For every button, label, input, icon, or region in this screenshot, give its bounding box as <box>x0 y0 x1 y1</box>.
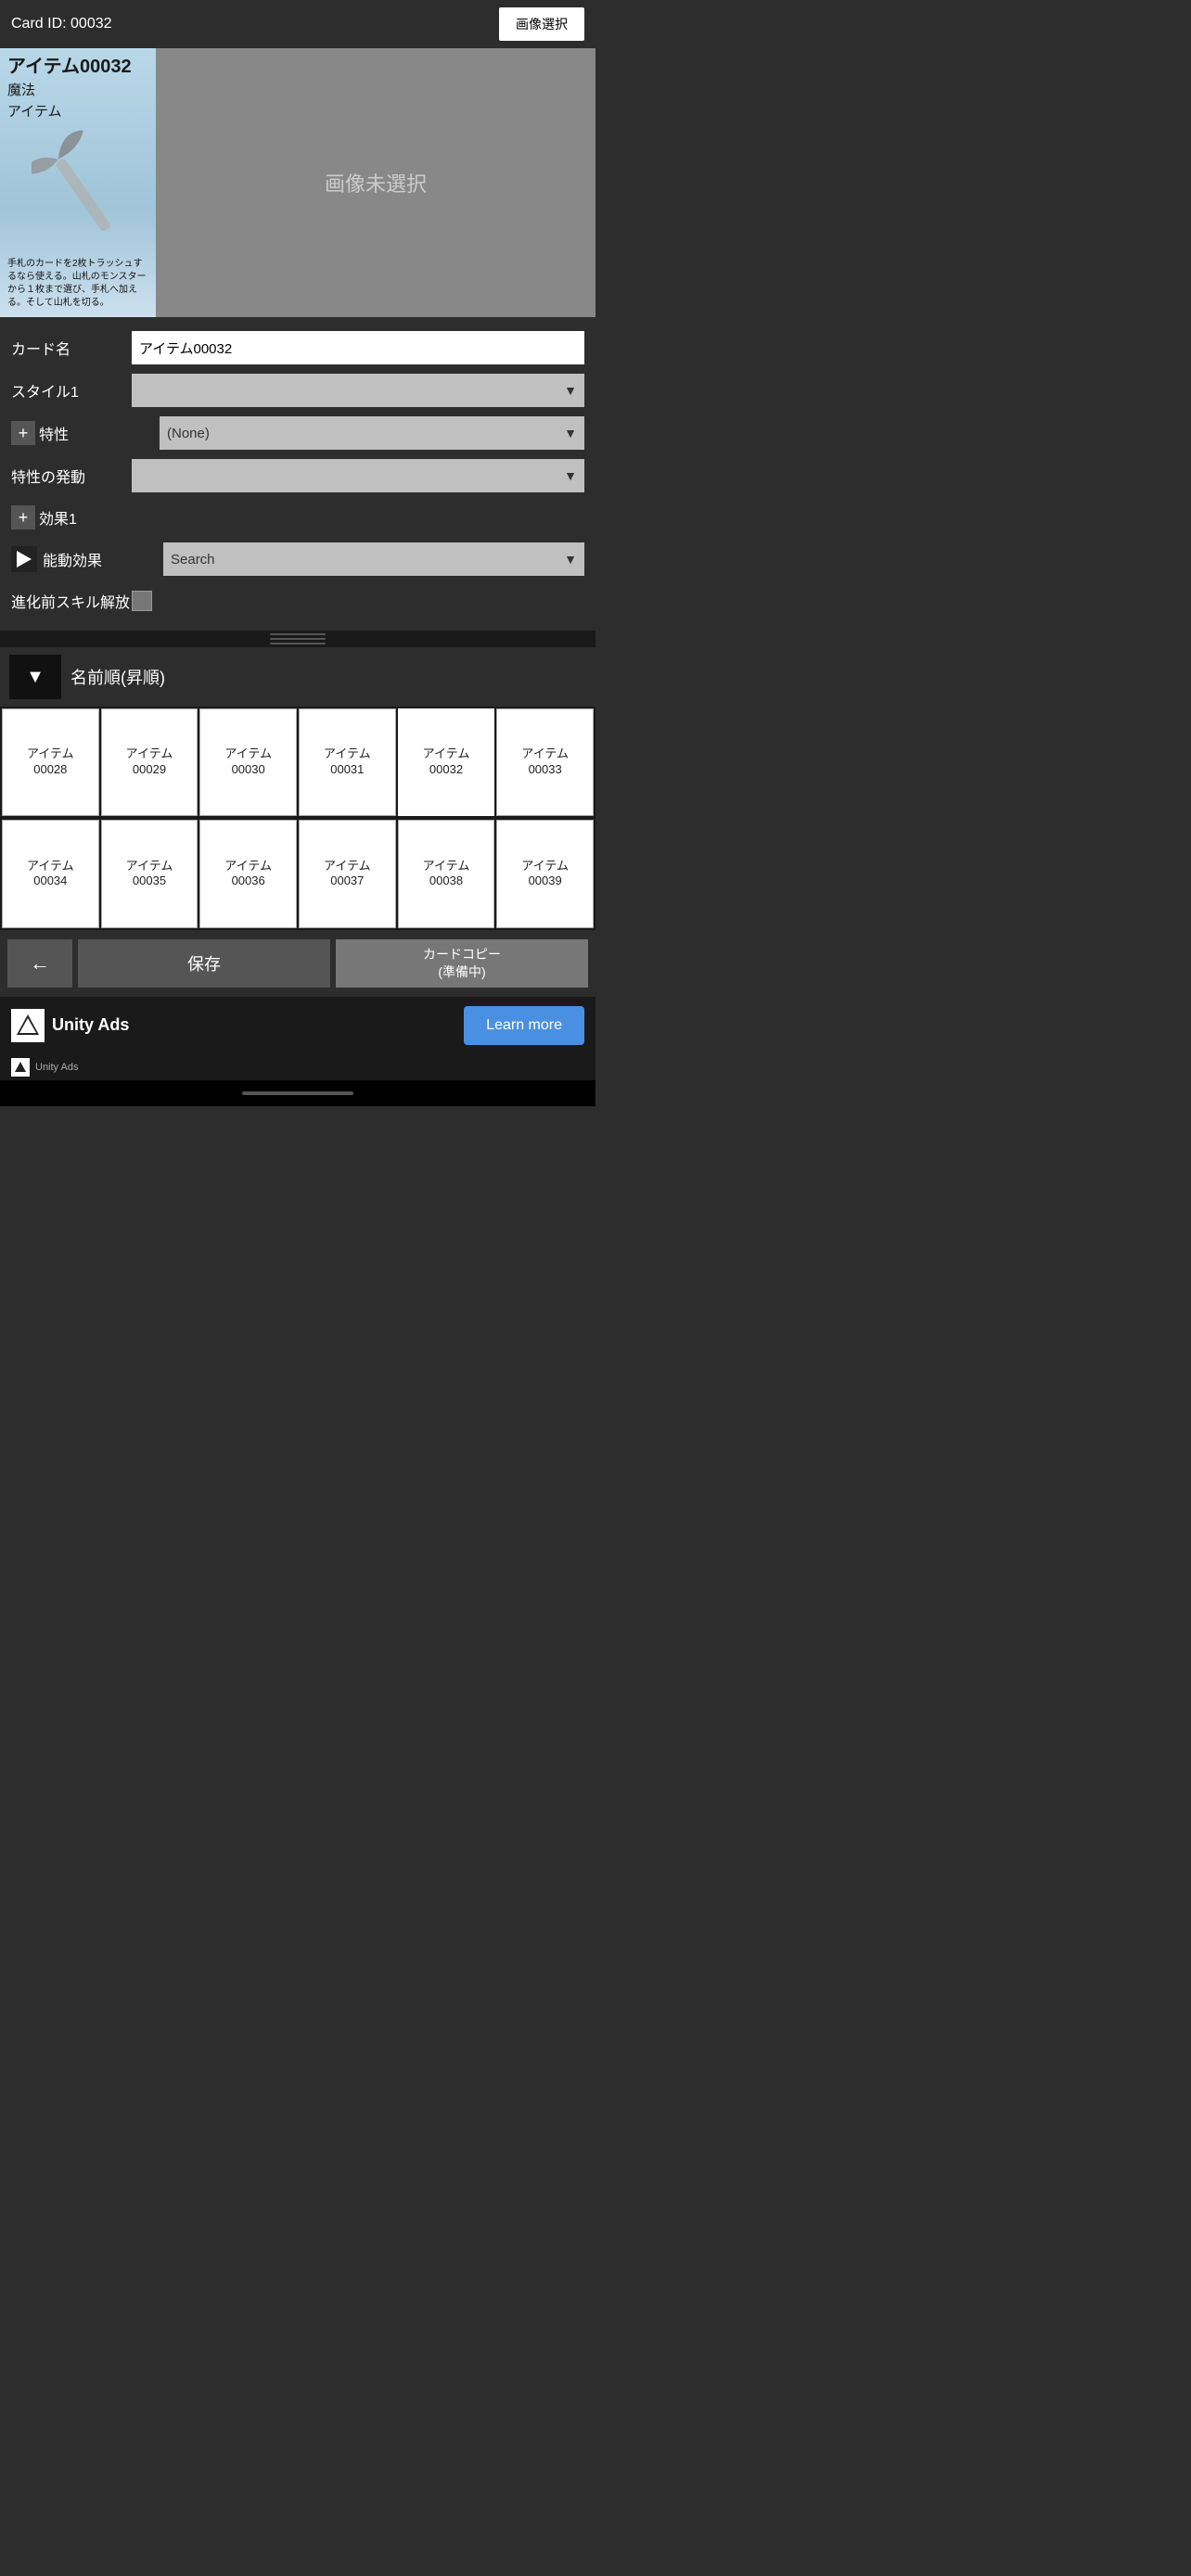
card-name-row: カード名 <box>0 326 596 369</box>
card-type-line2: アイテム <box>7 101 148 121</box>
sort-label: 名前順(昇順) <box>70 665 165 689</box>
back-button[interactable]: ← <box>7 939 72 988</box>
active-effect-select[interactable]: Search <box>163 542 584 576</box>
card-grid-row1: アイテム00028 アイテム00029 アイテム00030 アイテム00031 … <box>0 707 596 818</box>
active-effect-label: 能動効果 <box>43 548 163 570</box>
pickaxe-icon <box>32 127 124 248</box>
active-effect-select-wrapper: Search ▼ <box>163 542 584 576</box>
grid-card-00038[interactable]: アイテム00038 <box>398 820 495 927</box>
grid-card-00037[interactable]: アイテム00037 <box>299 820 396 927</box>
learn-more-button[interactable]: Learn more <box>464 1006 584 1045</box>
card-grid-row2: アイテム00034 アイテム00035 アイテム00036 アイテム00037 … <box>0 818 596 929</box>
unity-big-logo-icon <box>11 1009 45 1042</box>
unity-ads-brand-text: Unity Ads <box>52 1015 456 1035</box>
unity-small-text: Unity Ads <box>35 1062 78 1073</box>
no-image-text: 画像未選択 <box>325 168 427 198</box>
sort-bar: ▼ 名前順(昇順) <box>0 647 596 707</box>
card-name-input[interactable] <box>132 331 584 364</box>
card-preview-right: 画像未選択 <box>156 48 596 317</box>
grid-card-00029[interactable]: アイテム00029 <box>101 708 198 816</box>
card-description: 手札のカードを2枚トラッシュするなら使える。山札のモンスターから１枚まで選び、手… <box>7 258 148 310</box>
play-button-wrap[interactable] <box>11 546 37 572</box>
drag-line-3 <box>270 643 326 644</box>
home-indicator <box>0 1080 596 1106</box>
card-name-label: カード名 <box>11 337 132 359</box>
form-section: カード名 スタイル1 ▼ + 特性 (None) ▼ 特性の発動 ▼ <box>0 317 596 631</box>
trait-row: + 特性 (None) ▼ <box>0 412 596 454</box>
skill-release-label: 進化前スキル解放 <box>11 590 132 612</box>
active-effect-row: 能動効果 Search ▼ <box>0 538 596 580</box>
style1-select-wrapper: ▼ <box>132 374 584 407</box>
drag-divider[interactable] <box>0 631 596 647</box>
trait-label: 特性 <box>39 422 160 444</box>
grid-card-00039[interactable]: アイテム00039 <box>496 820 594 927</box>
skill-release-row: 進化前スキル解放 <box>0 580 596 621</box>
style1-label: スタイル1 <box>11 379 132 402</box>
trait-trigger-select-wrapper: ▼ <box>132 459 584 492</box>
save-button[interactable]: 保存 <box>78 939 330 988</box>
unity-logo-svg <box>15 1013 41 1039</box>
trait-trigger-row: 特性の発動 ▼ <box>0 454 596 497</box>
drag-line-2 <box>270 638 326 640</box>
style1-select[interactable] <box>132 374 584 407</box>
ad-banner: Unity Ads Learn more <box>0 997 596 1054</box>
grid-card-00035[interactable]: アイテム00035 <box>101 820 198 927</box>
trait-select-wrapper: (None) ▼ <box>160 416 584 450</box>
home-bar <box>242 1091 353 1095</box>
drag-line-1 <box>270 633 326 635</box>
card-preview-left: アイテム00032 魔法 アイテム 手札のカードを2枚トラッシュするなら使える。… <box>0 48 156 317</box>
play-triangle-icon <box>17 551 32 567</box>
trait-select[interactable]: (None) <box>160 416 584 450</box>
trait-trigger-label: 特性の発動 <box>11 465 132 487</box>
effect1-row: + 効果1 <box>0 497 596 538</box>
card-preview-area: アイテム00032 魔法 アイテム 手札のカードを2枚トラッシュするなら使える。… <box>0 48 596 317</box>
grid-card-00031[interactable]: アイテム00031 <box>299 708 396 816</box>
grid-card-00028[interactable]: アイテム00028 <box>2 708 99 816</box>
copy-button[interactable]: カードコピー(準備中) <box>336 939 588 988</box>
card-preview-title: アイテム00032 <box>7 56 148 78</box>
grid-card-00030[interactable]: アイテム00030 <box>199 708 297 816</box>
grid-card-00036[interactable]: アイテム00036 <box>199 820 297 927</box>
effect1-plus-button[interactable]: + <box>11 505 35 529</box>
card-type-line1: 魔法 <box>7 80 148 99</box>
style1-row: スタイル1 ▼ <box>0 369 596 412</box>
sort-dropdown-button[interactable]: ▼ <box>9 655 61 699</box>
bottom-panel: ▼ 名前順(昇順) アイテム00028 アイテム00029 アイテム00030 … <box>0 647 596 997</box>
trait-trigger-select[interactable] <box>132 459 584 492</box>
skill-release-checkbox[interactable] <box>132 591 152 611</box>
bottom-buttons: ← 保存 カードコピー(準備中) <box>0 930 596 997</box>
unity-logo-wrap <box>11 1009 45 1042</box>
unity-small-logo-icon <box>11 1058 30 1077</box>
trait-plus-button[interactable]: + <box>11 421 35 445</box>
card-id-label: Card ID: 00032 <box>11 16 112 32</box>
select-image-button[interactable]: 画像選択 <box>499 7 584 41</box>
unity-bottom-bar: Unity Ads <box>0 1054 596 1080</box>
grid-card-00032[interactable]: アイテム00032 <box>398 708 495 816</box>
drag-lines <box>270 633 326 644</box>
grid-card-00033[interactable]: アイテム00033 <box>496 708 594 816</box>
card-image-area <box>7 121 148 254</box>
effect1-label: 効果1 <box>39 506 160 529</box>
card-id-bar: Card ID: 00032 画像選択 <box>0 0 596 48</box>
grid-card-00034[interactable]: アイテム00034 <box>2 820 99 927</box>
